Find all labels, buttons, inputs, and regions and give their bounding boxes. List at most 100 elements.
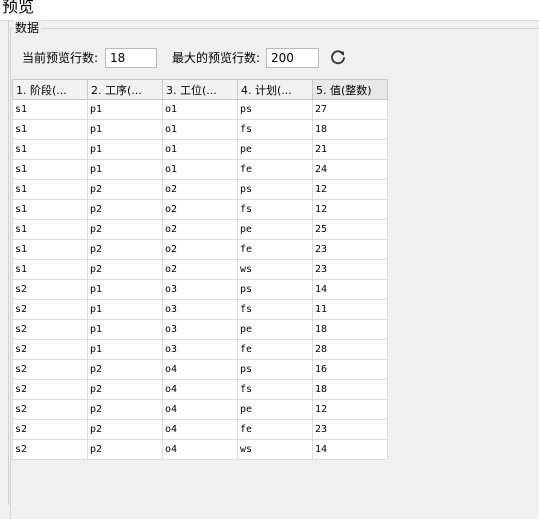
station-cell[interactable]: o2	[162, 239, 238, 260]
value-cell[interactable]: 21	[312, 139, 388, 160]
plan-cell[interactable]: fs	[237, 299, 313, 320]
stage-cell[interactable]: s2	[12, 439, 88, 460]
table-row[interactable]: s2 p2 o4 fs 18	[12, 379, 388, 400]
process-cell[interactable]: p1	[87, 99, 163, 120]
station-cell[interactable]: o1	[162, 159, 238, 180]
station-cell[interactable]: o4	[162, 439, 238, 460]
process-cell[interactable]: p2	[87, 439, 163, 460]
value-cell[interactable]: 27	[312, 99, 388, 120]
value-cell[interactable]: 14	[312, 279, 388, 300]
stage-cell[interactable]: s2	[12, 399, 88, 420]
value-cell[interactable]: 23	[312, 239, 388, 260]
table-row[interactable]: s1 p1 o1 ps 27	[12, 99, 388, 120]
station-cell[interactable]: o2	[162, 199, 238, 220]
table-row[interactable]: s2 p2 o4 pe 12	[12, 399, 388, 420]
station-cell[interactable]: o2	[162, 219, 238, 240]
value-cell[interactable]: 28	[312, 339, 388, 360]
station-cell[interactable]: o3	[162, 319, 238, 340]
value-cell[interactable]: 14	[312, 439, 388, 460]
stage-cell[interactable]: s1	[12, 159, 88, 180]
stage-cell[interactable]: s2	[12, 299, 88, 320]
plan-cell[interactable]: ps	[237, 279, 313, 300]
process-cell[interactable]: p1	[87, 119, 163, 140]
plan-cell[interactable]: ws	[237, 439, 313, 460]
table-row[interactable]: s1 p2 o2 pe 25	[12, 219, 388, 240]
value-cell[interactable]: 16	[312, 359, 388, 380]
value-cell[interactable]: 11	[312, 299, 388, 320]
column-header-stage[interactable]: 1. 阶段(...	[12, 79, 88, 100]
plan-cell[interactable]: fe	[237, 239, 313, 260]
stage-cell[interactable]: s2	[12, 419, 88, 440]
process-cell[interactable]: p1	[87, 159, 163, 180]
plan-cell[interactable]: ps	[237, 99, 313, 120]
station-cell[interactable]: o1	[162, 139, 238, 160]
plan-cell[interactable]: fs	[237, 199, 313, 220]
table-row[interactable]: s1 p2 o2 fe 23	[12, 239, 388, 260]
table-row[interactable]: s2 p1 o3 ps 14	[12, 279, 388, 300]
stage-cell[interactable]: s2	[12, 339, 88, 360]
value-cell[interactable]: 12	[312, 199, 388, 220]
process-cell[interactable]: p2	[87, 179, 163, 200]
plan-cell[interactable]: fe	[237, 419, 313, 440]
stage-cell[interactable]: s1	[12, 239, 88, 260]
refresh-button[interactable]	[328, 48, 348, 68]
stage-cell[interactable]: s2	[12, 379, 88, 400]
plan-cell[interactable]: fs	[237, 119, 313, 140]
table-row[interactable]: s1 p2 o2 ws 23	[12, 259, 388, 280]
process-cell[interactable]: p1	[87, 299, 163, 320]
station-cell[interactable]: o2	[162, 179, 238, 200]
process-cell[interactable]: p2	[87, 219, 163, 240]
stage-cell[interactable]: s1	[12, 139, 88, 160]
process-cell[interactable]: p1	[87, 139, 163, 160]
stage-cell[interactable]: s1	[12, 219, 88, 240]
stage-cell[interactable]: s1	[12, 99, 88, 120]
plan-cell[interactable]: fe	[237, 339, 313, 360]
table-row[interactable]: s1 p1 o1 fe 24	[12, 159, 388, 180]
plan-cell[interactable]: ps	[237, 179, 313, 200]
value-cell[interactable]: 23	[312, 259, 388, 280]
process-cell[interactable]: p2	[87, 199, 163, 220]
station-cell[interactable]: o3	[162, 339, 238, 360]
table-row[interactable]: s2 p2 o4 ps 16	[12, 359, 388, 380]
current-rows-input[interactable]	[105, 48, 157, 68]
station-cell[interactable]: o4	[162, 359, 238, 380]
table-row[interactable]: s2 p2 o4 fe 23	[12, 419, 388, 440]
process-cell[interactable]: p2	[87, 399, 163, 420]
process-cell[interactable]: p2	[87, 239, 163, 260]
process-cell[interactable]: p1	[87, 319, 163, 340]
table-row[interactable]: s2 p1 o3 fs 11	[12, 299, 388, 320]
process-cell[interactable]: p2	[87, 259, 163, 280]
column-header-value[interactable]: 5. 值(整数)	[312, 79, 388, 100]
value-cell[interactable]: 18	[312, 119, 388, 140]
plan-cell[interactable]: pe	[237, 319, 313, 340]
station-cell[interactable]: o1	[162, 99, 238, 120]
station-cell[interactable]: o2	[162, 259, 238, 280]
process-cell[interactable]: p1	[87, 279, 163, 300]
station-cell[interactable]: o3	[162, 299, 238, 320]
table-row[interactable]: s1 p2 o2 fs 12	[12, 199, 388, 220]
stage-cell[interactable]: s2	[12, 319, 88, 340]
plan-cell[interactable]: ps	[237, 359, 313, 380]
table-row[interactable]: s2 p1 o3 fe 28	[12, 339, 388, 360]
station-cell[interactable]: o4	[162, 399, 238, 420]
value-cell[interactable]: 24	[312, 159, 388, 180]
stage-cell[interactable]: s2	[12, 359, 88, 380]
process-cell[interactable]: p2	[87, 379, 163, 400]
table-row[interactable]: s1 p2 o2 ps 12	[12, 179, 388, 200]
max-rows-input[interactable]	[266, 48, 319, 68]
stage-cell[interactable]: s1	[12, 179, 88, 200]
plan-cell[interactable]: ws	[237, 259, 313, 280]
stage-cell[interactable]: s1	[12, 119, 88, 140]
value-cell[interactable]: 23	[312, 419, 388, 440]
value-cell[interactable]: 12	[312, 399, 388, 420]
plan-cell[interactable]: pe	[237, 399, 313, 420]
table-row[interactable]: s1 p1 o1 pe 21	[12, 139, 388, 160]
table-row[interactable]: s2 p2 o4 ws 14	[12, 439, 388, 460]
plan-cell[interactable]: pe	[237, 139, 313, 160]
value-cell[interactable]: 12	[312, 179, 388, 200]
column-header-plan[interactable]: 4. 计划(...	[237, 79, 313, 100]
station-cell[interactable]: o4	[162, 419, 238, 440]
plan-cell[interactable]: fs	[237, 379, 313, 400]
stage-cell[interactable]: s1	[12, 259, 88, 280]
station-cell[interactable]: o1	[162, 119, 238, 140]
